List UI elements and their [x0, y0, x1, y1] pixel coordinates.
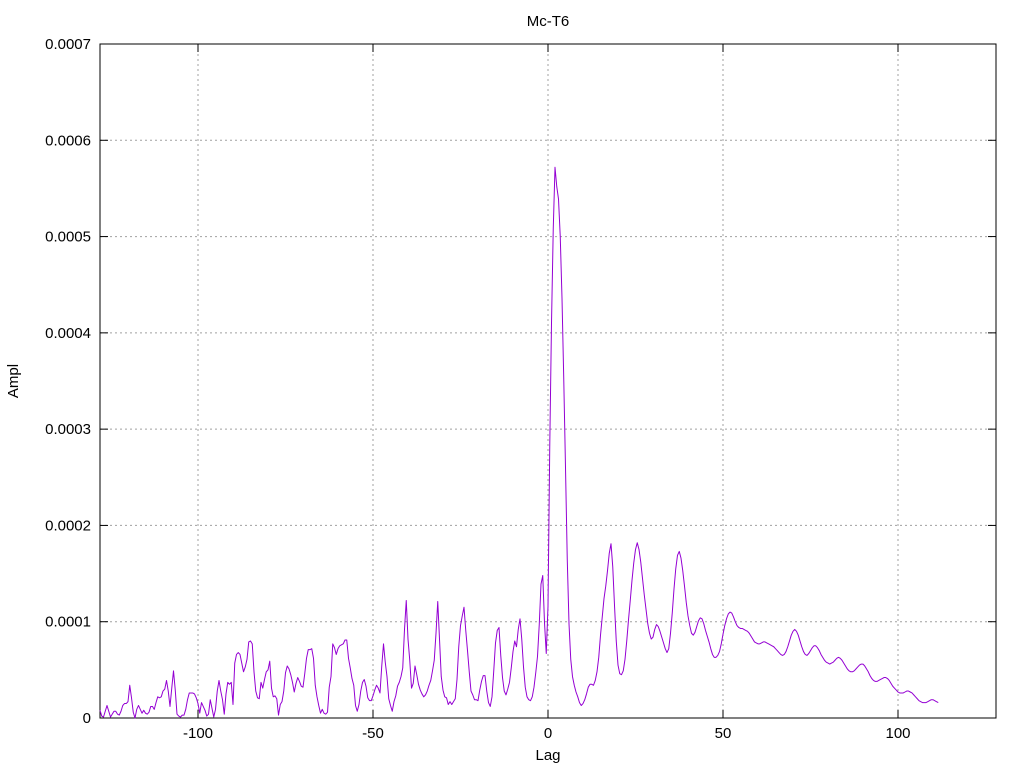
autocorrelation-chart: 0 0.0001 0.0002 0.0003 0.0004 0.0005 0.0006 0.0… — [5, 13, 997, 764]
y-tick-label: 0.0005 — [45, 229, 91, 246]
x-tick-labels: -100 -50 0 50 100 — [183, 725, 911, 742]
x-tick-label: -100 — [183, 725, 213, 742]
x-axis-label: Lag — [535, 747, 560, 764]
y-tick-label: 0 — [83, 710, 91, 727]
x-tick-label: 0 — [544, 725, 552, 742]
y-tick-label: 0.0003 — [45, 421, 91, 438]
y-axis-label: Ampl — [5, 364, 22, 398]
x-tick-label: -50 — [362, 725, 384, 742]
series-line — [99, 166, 939, 719]
y-tick-label: 0.0006 — [45, 132, 91, 149]
y-tick-labels: 0 0.0001 0.0002 0.0003 0.0004 0.0005 0.0006 0.0… — [45, 36, 91, 727]
y-tick-label: 0.0001 — [45, 614, 91, 631]
x-tick-label: 50 — [715, 725, 732, 742]
y-tick-label: 0.0002 — [45, 517, 91, 534]
chart-title: Mc-T6 — [527, 13, 570, 30]
x-tick-label: 100 — [885, 725, 910, 742]
y-tick-label: 0.0007 — [45, 36, 91, 53]
y-tick-label: 0.0004 — [45, 325, 91, 342]
